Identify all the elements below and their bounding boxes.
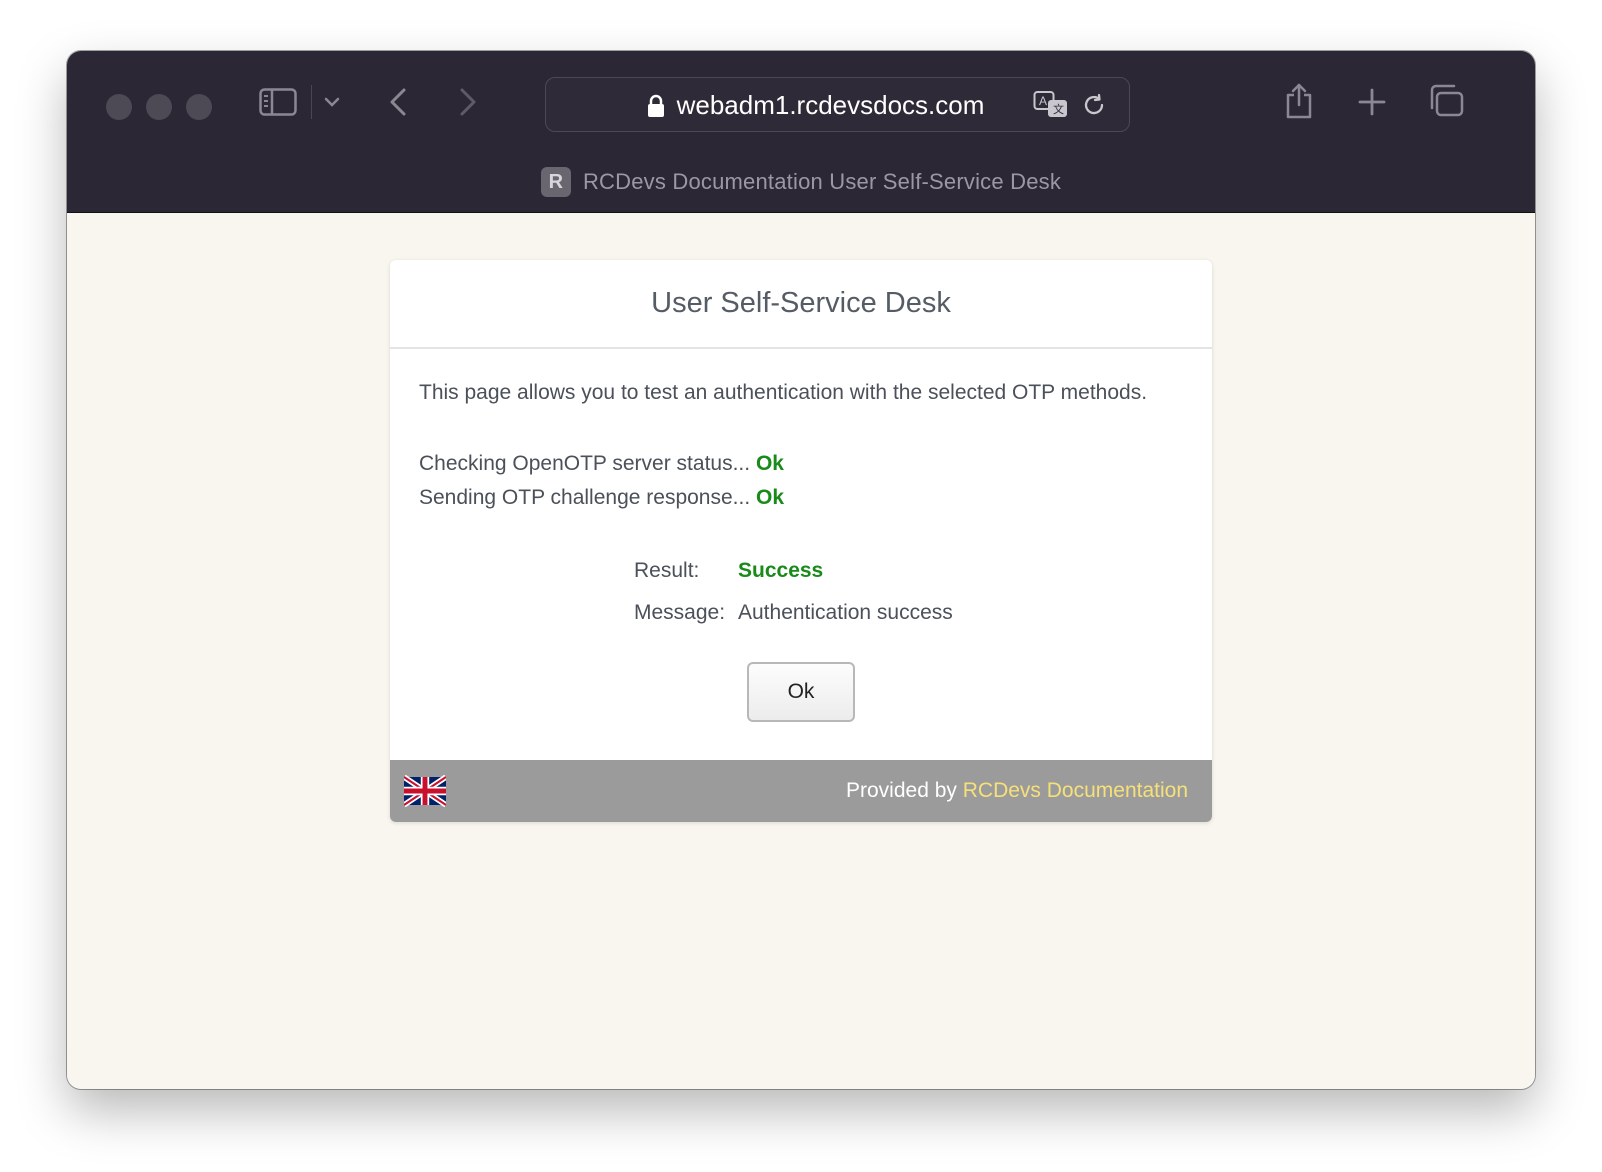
check-server-status: Checking OpenOTP server status... Ok <box>419 447 1183 481</box>
card-body: This page allows you to test an authenti… <box>390 349 1212 515</box>
provider-link[interactable]: RCDevs Documentation <box>963 779 1188 802</box>
card-footer: Provided by RCDevs Documentation <box>390 760 1212 822</box>
toolbar-divider <box>311 85 312 119</box>
intro-text: This page allows you to test an authenti… <box>419 381 1148 404</box>
message-label: Message: <box>634 601 726 624</box>
favicon: R <box>540 167 571 197</box>
card-title: User Self-Service Desk <box>390 260 1212 349</box>
check-status: Ok <box>756 486 785 509</box>
provided-by-label: Provided by <box>845 779 957 802</box>
share-icon[interactable] <box>1282 81 1316 121</box>
translate-icon[interactable]: A文 <box>1033 89 1069 121</box>
new-tab-icon[interactable] <box>1355 85 1389 119</box>
window-controls <box>106 94 212 120</box>
zoom-window-button[interactable] <box>186 94 212 120</box>
result-label: Result: <box>634 559 700 582</box>
message-row: Message: Authentication success <box>634 592 953 634</box>
browser-toolbar: webadm1.rcdevsdocs.com A文 R RCDevs Docum… <box>67 51 1535 213</box>
reload-icon[interactable] <box>1081 92 1107 118</box>
back-icon[interactable] <box>385 85 411 119</box>
message-value: Authentication success <box>738 601 953 624</box>
close-window-button[interactable] <box>106 94 132 120</box>
minimize-window-button[interactable] <box>146 94 172 120</box>
result-value: Success <box>738 559 824 582</box>
forward-icon[interactable] <box>455 85 481 119</box>
provided-by: Provided by RCDevs Documentation <box>846 779 1188 803</box>
browser-window: webadm1.rcdevsdocs.com A文 R RCDevs Docum… <box>67 51 1535 1089</box>
self-service-card: User Self-Service Desk This page allows … <box>390 260 1212 822</box>
url-text: webadm1.rcdevsdocs.com <box>676 90 985 120</box>
tabs-overview-icon[interactable] <box>1427 83 1465 119</box>
svg-text:文: 文 <box>1053 102 1064 116</box>
chevron-down-icon[interactable] <box>321 91 343 113</box>
check-otp-response: Sending OTP challenge response... Ok <box>419 481 1183 515</box>
tab-title: RCDevs Documentation User Self-Service D… <box>582 169 1062 194</box>
ok-button[interactable]: Ok <box>747 662 855 722</box>
result-table: Result: Success Message: Authentication … <box>634 550 953 634</box>
result-row: Result: Success <box>634 550 953 592</box>
page-content: User Self-Service Desk This page allows … <box>67 213 1535 1089</box>
address-bar[interactable]: webadm1.rcdevsdocs.com A文 <box>545 77 1130 132</box>
svg-text:A: A <box>1039 94 1047 108</box>
check-status: Ok <box>755 452 784 475</box>
active-tab[interactable]: R RCDevs Documentation User Self-Service… <box>67 167 1535 197</box>
uk-flag-icon[interactable] <box>404 775 446 807</box>
check-label: Sending OTP challenge response... <box>419 486 751 509</box>
lock-icon <box>647 94 665 118</box>
sidebar-icon[interactable] <box>257 85 299 119</box>
check-label: Checking OpenOTP server status... <box>419 452 751 475</box>
